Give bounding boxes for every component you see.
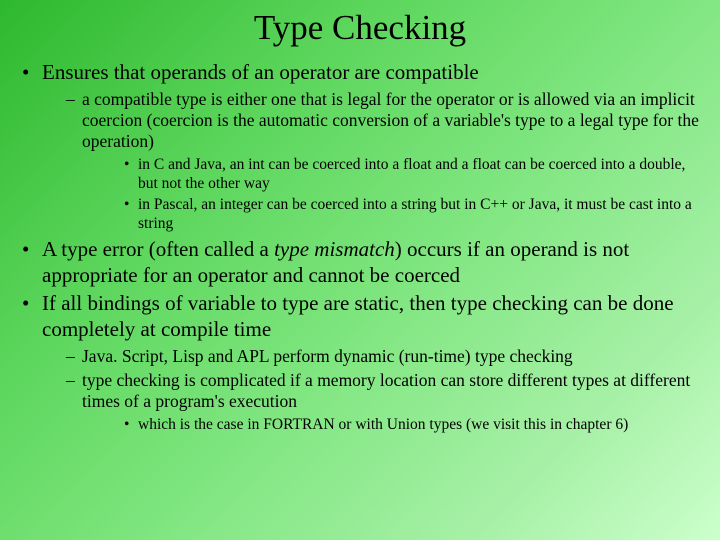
bullet-text: type checking is complicated if a memory…	[82, 370, 690, 411]
bullet-item: which is the case in FORTRAN or with Uni…	[82, 416, 702, 435]
bullet-text: in Pascal, an integer can be coerced int…	[138, 196, 692, 232]
bullet-item: in C and Java, an int can be coerced int…	[82, 156, 702, 194]
bullet-item: Java. Script, Lisp and APL perform dynam…	[42, 346, 702, 367]
bullet-text: If all bindings of variable to type are …	[42, 291, 674, 341]
bullet-list: Ensures that operands of an operator are…	[18, 60, 702, 435]
bullet-text: Java. Script, Lisp and APL perform dynam…	[82, 346, 573, 366]
bullet-item: in Pascal, an integer can be coerced int…	[82, 196, 702, 234]
bullet-item: A type error (often called a type mismat…	[18, 237, 702, 288]
bullet-text: A type error (often called a	[42, 237, 274, 261]
bullet-text-em: type mismatch	[274, 237, 395, 261]
bullet-item: Ensures that operands of an operator are…	[18, 60, 702, 234]
bullet-text: a compatible type is either one that is …	[82, 89, 699, 152]
bullet-text: in C and Java, an int can be coerced int…	[138, 156, 685, 192]
bullet-item: a compatible type is either one that is …	[42, 89, 702, 235]
bullet-item: type checking is complicated if a memory…	[42, 370, 702, 435]
slide-title: Type Checking	[18, 8, 702, 48]
bullet-item: If all bindings of variable to type are …	[18, 291, 702, 434]
bullet-text: which is the case in FORTRAN or with Uni…	[138, 416, 628, 433]
bullet-text: Ensures that operands of an operator are…	[42, 60, 479, 84]
